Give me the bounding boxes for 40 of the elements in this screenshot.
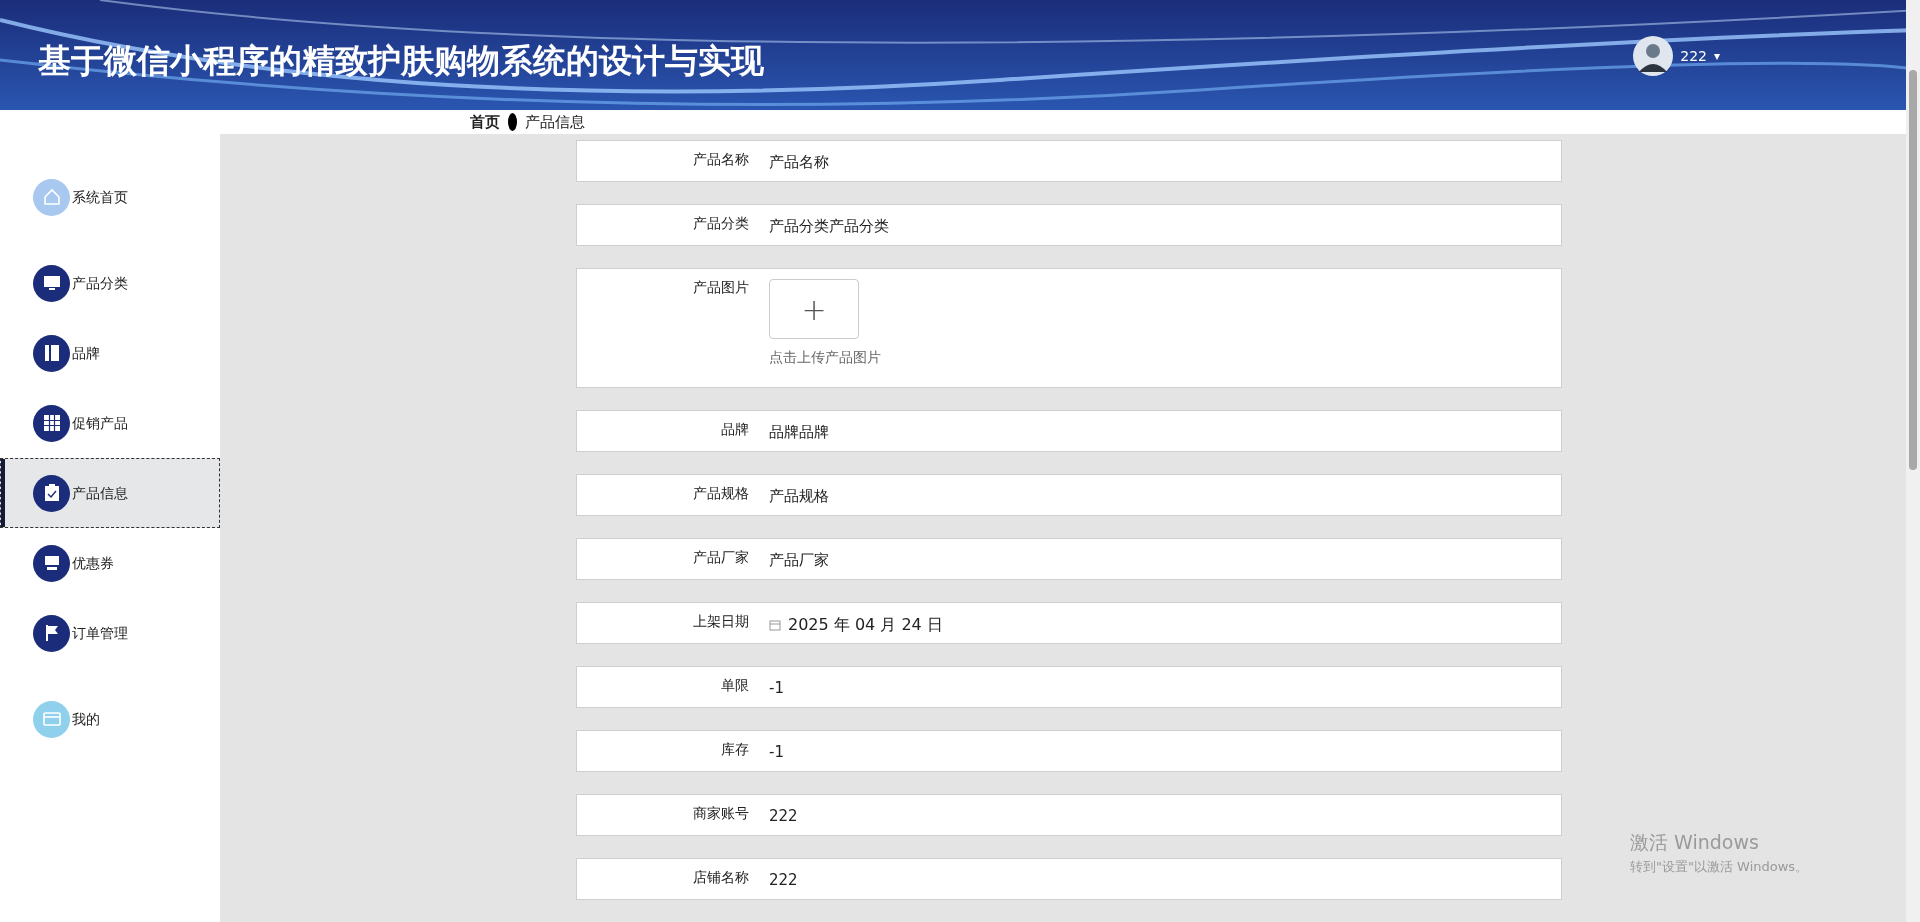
sidebar-item[interactable]: 产品信息	[0, 458, 220, 528]
sidebar-label[interactable]: 产品分类	[72, 272, 128, 294]
caret-icon[interactable]: ▾	[1713, 47, 1720, 65]
sidebar-label[interactable]: 品牌	[72, 342, 100, 364]
grid-icon	[33, 404, 70, 442]
tray-icon	[33, 544, 70, 582]
breadcrumb-item: 产品信息	[525, 111, 585, 133]
scrollbar[interactable]	[1906, 0, 1920, 922]
calendar-icon	[769, 619, 781, 631]
avatar-icon[interactable]	[1633, 36, 1674, 76]
field-label: 产品图片	[692, 278, 749, 297]
sidebar-item[interactable]: 系统首页	[0, 162, 220, 232]
clipboard-icon	[33, 474, 70, 512]
sidebar-label[interactable]: 产品信息	[72, 482, 128, 504]
field-label: 上架日期	[692, 612, 749, 631]
activation-hint: 转到"设置"以激活 Windows。	[1630, 857, 1809, 876]
sidebar-item[interactable]: 品牌	[0, 318, 220, 388]
flag-icon	[33, 614, 70, 652]
sidebar-item[interactable]: 促销产品	[0, 388, 220, 458]
sidebar-item[interactable]: 产品分类	[0, 248, 220, 318]
upload-hint: 点击上传产品图片	[769, 348, 881, 367]
sidebar-label[interactable]: 促销产品	[72, 412, 128, 434]
user-name[interactable]: 222	[1680, 45, 1707, 67]
sidebar-item[interactable]: 订单管理	[0, 598, 220, 668]
activation-title: 激活 Windows	[1630, 830, 1760, 855]
sidebar-label[interactable]: 优惠券	[72, 552, 114, 574]
book-icon	[33, 334, 70, 372]
card-icon	[33, 700, 70, 738]
sidebar-item[interactable]: 我的	[0, 684, 220, 754]
home-icon	[33, 178, 70, 216]
monitor-icon	[33, 264, 70, 302]
sidebar-label[interactable]: 我的	[72, 708, 100, 730]
breadcrumb-item[interactable]: 首页	[470, 110, 500, 134]
separator-icon	[508, 113, 517, 131]
sidebar-label[interactable]: 订单管理	[72, 622, 128, 644]
app-title: 基于微信小程序的精致护肤购物系统的设计与实现	[37, 40, 764, 82]
sidebar-item[interactable]: 优惠券	[0, 528, 220, 598]
upload-button[interactable]: +	[769, 279, 859, 339]
sidebar-label[interactable]: 系统首页	[72, 186, 128, 208]
date-field[interactable]: 2025 年 04 月 24 日	[788, 613, 943, 637]
